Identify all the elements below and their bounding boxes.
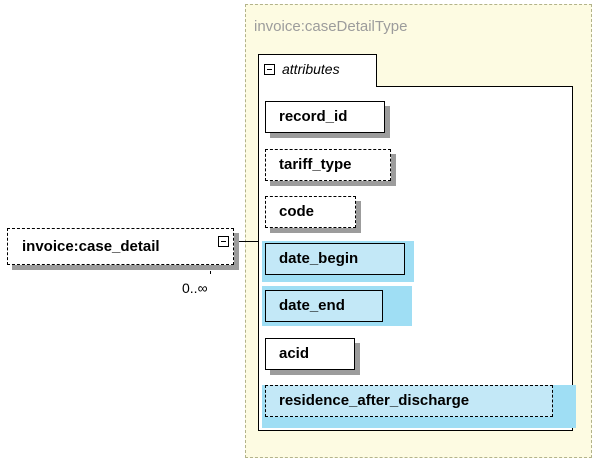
occurrence-label: 0..∞ bbox=[182, 280, 208, 296]
attribute-code[interactable]: code bbox=[265, 196, 356, 228]
attributes-tab-label: attributes bbox=[282, 61, 340, 77]
element-case-detail[interactable]: invoice:case_detail bbox=[7, 228, 234, 265]
attribute-date-end[interactable]: date_end bbox=[265, 290, 383, 322]
occurrence-tick bbox=[210, 265, 212, 274]
collapse-minus-icon[interactable] bbox=[218, 236, 229, 247]
complex-type-title: invoice:caseDetailType bbox=[254, 18, 408, 35]
attribute-residence-after-discharge[interactable]: residence_after_discharge bbox=[265, 385, 553, 417]
collapse-minus-icon[interactable] bbox=[264, 64, 275, 75]
attribute-tariff-type[interactable]: tariff_type bbox=[265, 149, 391, 181]
attribute-acid[interactable]: acid bbox=[265, 338, 355, 370]
attribute-date-begin[interactable]: date_begin bbox=[265, 243, 405, 275]
attribute-record-id[interactable]: record_id bbox=[265, 101, 385, 133]
